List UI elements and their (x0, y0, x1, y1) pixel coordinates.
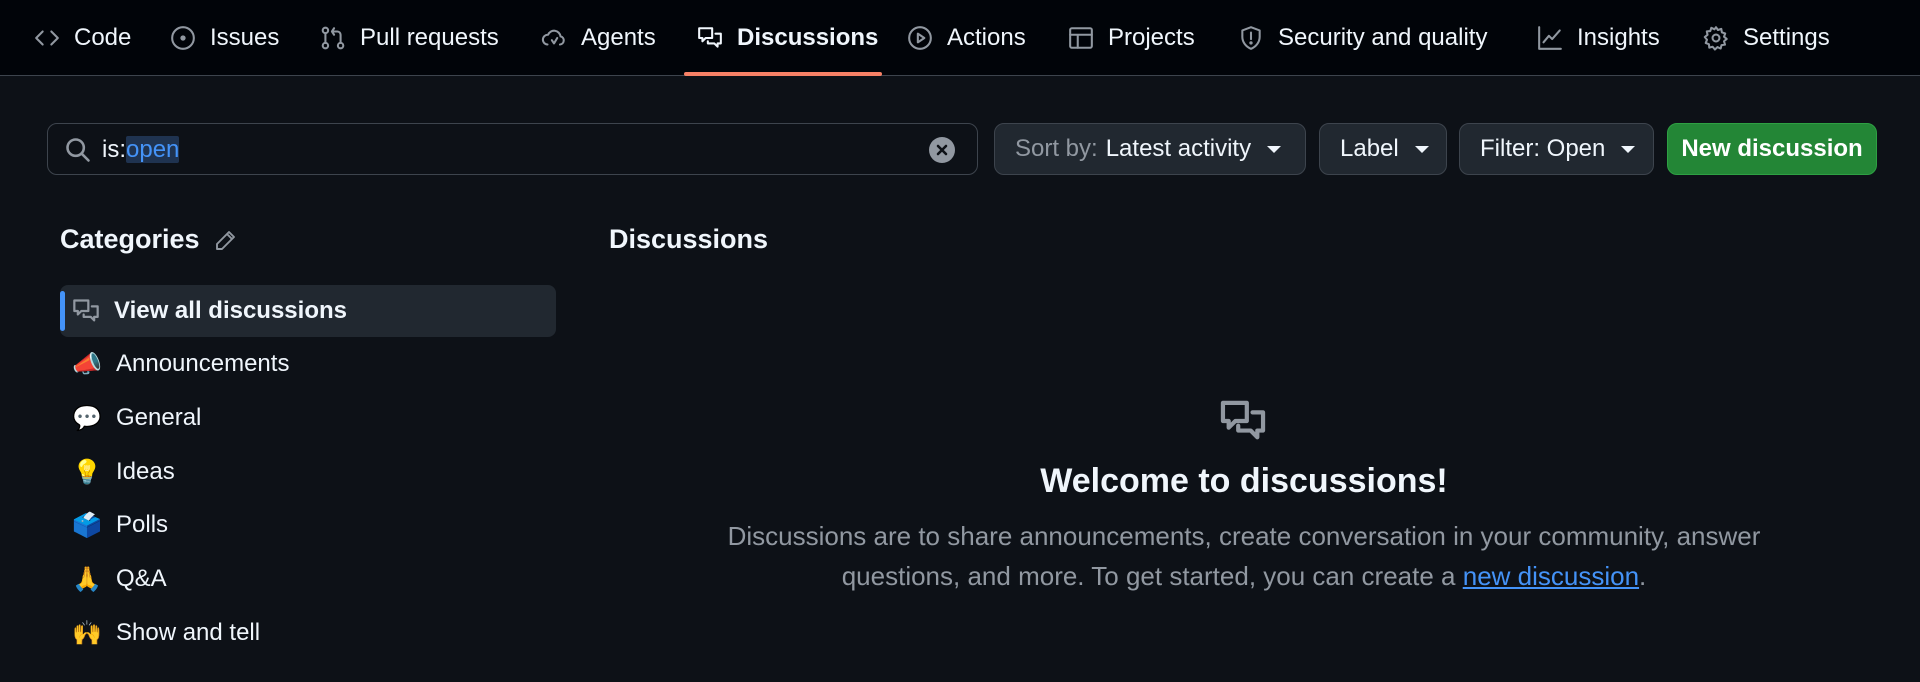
new-discussion-button[interactable]: New discussion (1667, 123, 1877, 175)
tab-insights[interactable]: Insights (1537, 0, 1660, 76)
blankslate-description: Discussions are to share announcements, … (700, 516, 1788, 596)
git-pull-request-icon (321, 26, 345, 50)
tab-agents-label: Agents (581, 24, 656, 51)
tab-pull-requests-label: Pull requests (360, 24, 499, 51)
chevron-down-icon (1267, 145, 1282, 153)
search-query-prefix: is: (102, 136, 126, 163)
comment-discussion-icon (73, 299, 99, 322)
tab-actions-label: Actions (947, 24, 1026, 51)
sidebar-item-announcements[interactable]: 📣 Announcements (60, 338, 556, 390)
discussion-search-input[interactable]: is:open (47, 123, 978, 175)
search-query[interactable]: is:open (102, 136, 180, 164)
megaphone-icon: 📣 (72, 350, 102, 378)
sidebar-item-label: View all discussions (114, 297, 347, 324)
speech-balloon-icon: 💬 (72, 404, 102, 432)
tab-settings[interactable]: Settings (1703, 0, 1830, 76)
sidebar-item-polls[interactable]: 🗳️ Polls (60, 499, 556, 551)
folded-hands-icon: 🙏 (72, 565, 102, 593)
lightbulb-icon: 💡 (72, 458, 102, 486)
chevron-down-icon (1414, 145, 1429, 153)
tab-pull-requests[interactable]: Pull requests (320, 0, 499, 76)
active-tab-underline (684, 72, 882, 76)
gear-icon (1703, 26, 1728, 51)
filter-dropdown-button[interactable]: Filter: Open (1459, 123, 1654, 175)
graph-icon (1538, 26, 1562, 50)
shield-icon (1241, 26, 1261, 50)
comment-discussion-icon (1220, 400, 1266, 442)
categories-heading: Categories (60, 224, 238, 255)
tab-projects-label: Projects (1108, 24, 1195, 51)
sidebar-item-label: Polls (116, 511, 169, 538)
sidebar-item-label: Ideas (116, 458, 175, 485)
tab-agents[interactable]: Agents (541, 0, 656, 76)
code-icon (35, 30, 59, 46)
sidebar-item-label: Q&A (116, 565, 167, 592)
ballot-box-icon: 🗳️ (72, 511, 102, 539)
raised-hands-icon: 🙌 (72, 619, 102, 647)
categories-title: Categories (60, 224, 200, 254)
sidebar-item-general[interactable]: 💬 General (60, 392, 556, 444)
sidebar-item-view-all[interactable]: View all discussions (60, 285, 556, 337)
sidebar-item-label: Show and tell (116, 619, 261, 646)
tab-issues-label: Issues (210, 24, 280, 51)
tab-projects[interactable]: Projects (1068, 0, 1195, 76)
tab-security-label: Security and quality (1278, 24, 1488, 51)
pencil-icon[interactable] (214, 228, 238, 252)
table-icon (1069, 27, 1093, 49)
clear-search-icon[interactable] (929, 137, 955, 163)
tab-insights-label: Insights (1577, 24, 1660, 51)
sort-prefix: Sort by: (1015, 135, 1098, 162)
tab-settings-label: Settings (1743, 24, 1830, 51)
tab-discussions[interactable]: Discussions (697, 0, 878, 76)
sidebar-item-label: Announcements (116, 350, 290, 377)
agent-cloud-icon (541, 29, 565, 46)
sidebar-item-ideas[interactable]: 💡 Ideas (60, 446, 556, 498)
search-query-selected: open (126, 136, 180, 163)
tab-actions[interactable]: Actions (907, 0, 1026, 76)
new-discussion-label: New discussion (1681, 135, 1863, 162)
repo-nav: Code Issues Pull requests Agents Discuss… (0, 0, 1920, 76)
sidebar-item-label: General (116, 404, 202, 431)
comment-discussion-icon (698, 27, 722, 48)
sort-value: Latest activity (1105, 135, 1252, 162)
search-icon (64, 136, 92, 164)
tab-code-label: Code (74, 24, 132, 51)
chevron-down-icon (1621, 145, 1636, 153)
label-button-text: Label (1340, 135, 1399, 162)
sort-dropdown-button[interactable]: Sort by: Latest activity (994, 123, 1306, 175)
tab-security[interactable]: Security and quality (1238, 0, 1487, 76)
tab-discussions-label: Discussions (737, 24, 879, 51)
page-title: Discussions (609, 224, 769, 254)
new-discussion-link[interactable]: new discussion (1463, 561, 1639, 591)
filter-button-text: Filter: Open (1480, 135, 1606, 162)
tab-code[interactable]: Code (34, 0, 131, 76)
blankslate-text-end: . (1639, 561, 1647, 591)
issue-opened-icon (171, 26, 195, 50)
label-dropdown-button[interactable]: Label (1319, 123, 1447, 175)
sidebar-item-show-and-tell[interactable]: 🙌 Show and tell (60, 607, 556, 659)
sidebar-item-qa[interactable]: 🙏 Q&A (60, 553, 556, 605)
play-icon (908, 26, 932, 50)
blankslate-heading: Welcome to discussions! (1040, 462, 1448, 500)
tab-issues[interactable]: Issues (170, 0, 279, 76)
